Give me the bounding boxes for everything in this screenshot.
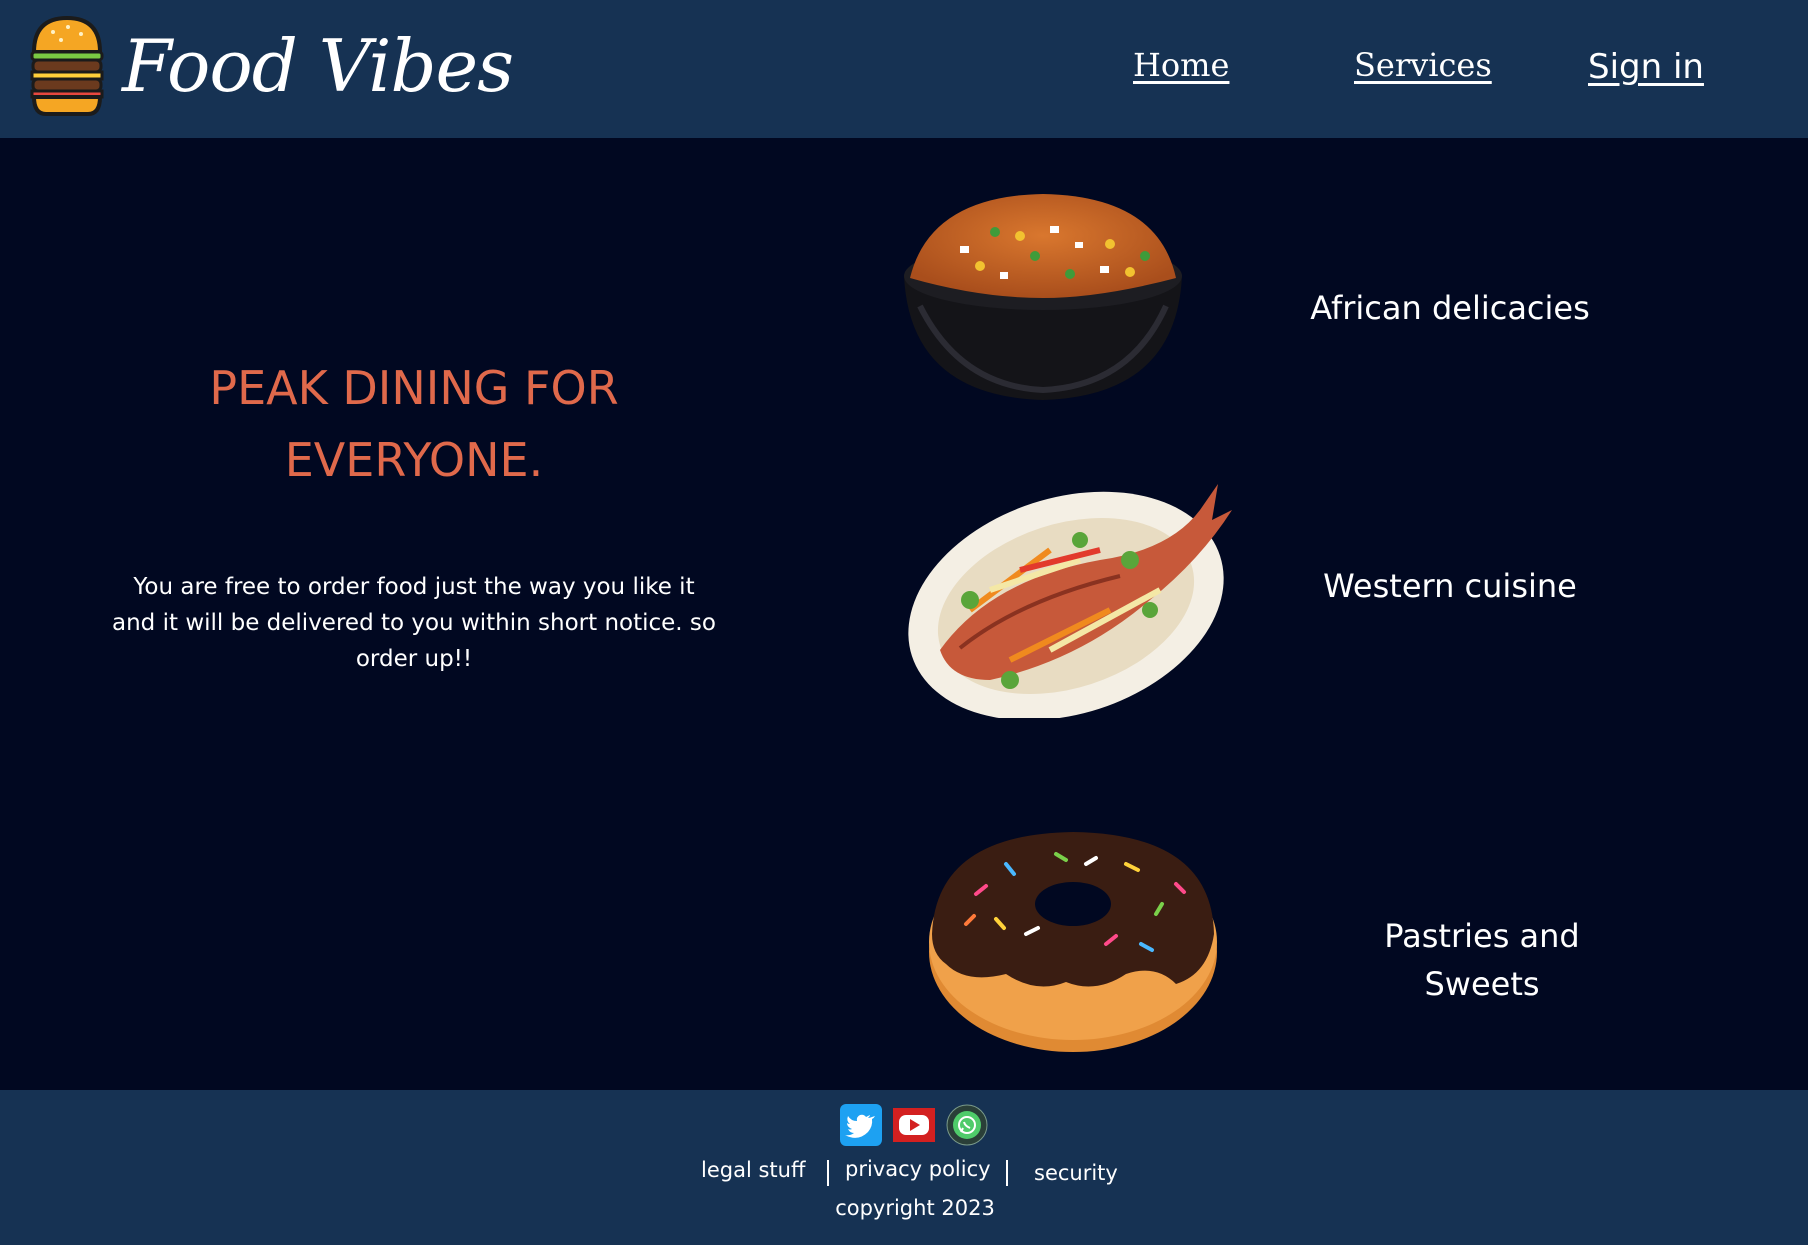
- privacy-policy-link[interactable]: privacy policy: [845, 1157, 991, 1181]
- jollof-rice-bowl-image[interactable]: [900, 186, 1186, 406]
- category-african-label[interactable]: African delicacies: [1280, 284, 1620, 332]
- brand-name[interactable]: Food Vibes: [122, 18, 514, 114]
- copyright-text: copyright 2023: [835, 1196, 995, 1220]
- hero-title: PEAK DINING FOR EVERYONE.: [209, 361, 619, 487]
- security-link[interactable]: security: [1034, 1161, 1118, 1185]
- legal-link[interactable]: legal stuff: [701, 1158, 805, 1182]
- nav-home-link[interactable]: Home: [1133, 46, 1229, 84]
- category-pastries-label[interactable]: Pastries and Sweets: [1362, 912, 1602, 1008]
- nav-services-link[interactable]: Services: [1354, 46, 1492, 84]
- category-western-label[interactable]: Western cuisine: [1296, 562, 1604, 610]
- twitter-icon[interactable]: [840, 1104, 882, 1146]
- footer-divider: [1006, 1160, 1008, 1186]
- hero-description: You are free to order food just the way …: [112, 574, 716, 672]
- footer-divider: [827, 1160, 829, 1186]
- youtube-icon[interactable]: [893, 1104, 935, 1146]
- whatsapp-icon[interactable]: [946, 1104, 988, 1146]
- grilled-fish-plate-image[interactable]: [900, 480, 1238, 718]
- burger-logo-icon[interactable]: [28, 12, 106, 120]
- chocolate-donut-image[interactable]: [926, 824, 1220, 1060]
- nav-sign-in-link[interactable]: Sign in: [1588, 47, 1704, 87]
